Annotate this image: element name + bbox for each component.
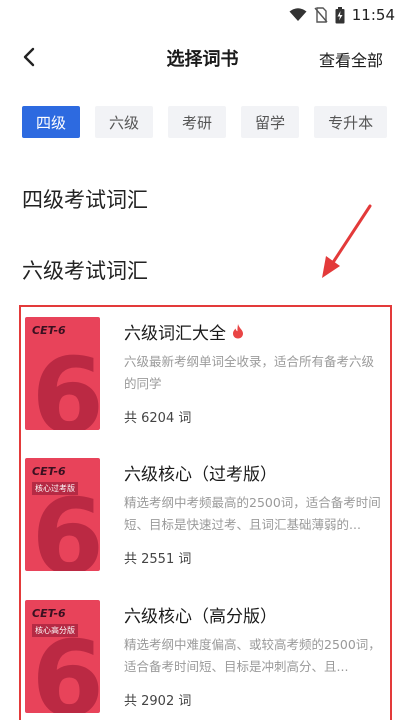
tab-cet4[interactable]: 四级	[22, 106, 81, 138]
tab-study-abroad[interactable]: 留学	[241, 106, 300, 138]
book-item[interactable]: CET-6 核心高分版 6 六级核心（高分版） 精选考纲中难度偏高、或较高考频的…	[21, 590, 390, 720]
book-cover: CET-6 6	[25, 317, 100, 430]
book-description: 六级最新考纲单词全收录，适合所有备考六级的同学	[124, 354, 375, 391]
book-title: 六级核心（高分版）	[124, 607, 277, 627]
book-title-row: 六级词汇大全	[124, 319, 244, 344]
status-time: 11:54	[351, 6, 395, 24]
book-cover: CET-6 核心高分版 6	[25, 600, 100, 713]
cover-numeral: 6	[31, 476, 100, 571]
book-cover: CET-6 核心过考版 6	[25, 458, 100, 571]
book-description: 精选考纲中考频最高的2500词，适合备考时间短、目标是快速过考、且词汇基础薄弱的…	[124, 495, 381, 532]
book-title-row: 六级核心（高分版）	[124, 602, 277, 627]
book-title: 六级核心（过考版）	[124, 465, 277, 485]
cover-numeral: 6	[31, 618, 100, 713]
book-title: 六级词汇大全	[124, 324, 226, 344]
header: 选择词书 查看全部	[0, 38, 405, 76]
status-bar: 11:54	[0, 0, 405, 32]
tab-postgraduate[interactable]: 考研	[168, 106, 227, 138]
book-list: CET-6 6 六级词汇大全 六级最新考纲单词全收录，适合所有备考六级的同学 共…	[19, 305, 392, 720]
book-item[interactable]: CET-6 6 六级词汇大全 六级最新考纲单词全收录，适合所有备考六级的同学 共…	[21, 307, 390, 447]
tab-cet6[interactable]: 六级	[95, 106, 154, 138]
section-title-cet6[interactable]: 六级考试词汇	[22, 255, 148, 285]
wifi-icon	[289, 8, 307, 22]
hot-flame-icon	[232, 324, 244, 339]
tab-upgrade[interactable]: 专升本	[314, 106, 388, 138]
no-sim-icon	[314, 7, 328, 23]
status-icons: 11:54	[289, 6, 395, 24]
view-all-button[interactable]: 查看全部	[319, 47, 383, 71]
section-title-cet4[interactable]: 四级考试词汇	[22, 184, 148, 214]
book-word-count: 共 2551 词	[124, 552, 192, 567]
book-word-count: 共 6204 词	[124, 411, 192, 426]
book-item[interactable]: CET-6 核心过考版 6 六级核心（过考版） 精选考纲中考频最高的2500词，…	[21, 448, 390, 588]
book-title-row: 六级核心（过考版）	[124, 460, 277, 485]
book-word-count: 共 2902 词	[124, 694, 192, 709]
level-tabs: 四级 六级 考研 留学 专升本	[22, 106, 388, 138]
cover-numeral: 6	[31, 335, 100, 430]
book-description: 精选考纲中难度偏高、或较高考频的2500词，适合备考时间短、目标是冲刺高分、且.…	[124, 637, 381, 674]
battery-charging-icon	[335, 6, 345, 24]
annotation-arrow-icon	[318, 200, 378, 280]
